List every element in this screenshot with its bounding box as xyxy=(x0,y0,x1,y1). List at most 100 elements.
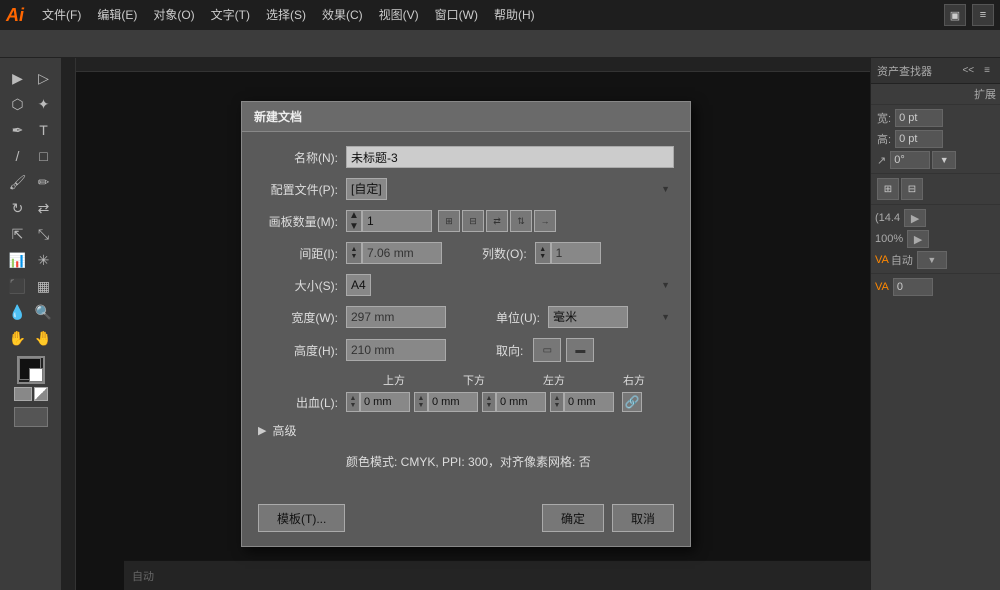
bleed-link-btn[interactable]: 🔗 xyxy=(622,392,642,412)
grid-icon-5[interactable]: → xyxy=(534,210,556,232)
tool-select[interactable]: ▶ xyxy=(6,66,30,90)
menu-select[interactable]: 选择(S) xyxy=(258,0,314,30)
menu-edit[interactable]: 编辑(E) xyxy=(89,0,145,30)
cancel-button[interactable]: 取消 xyxy=(612,504,674,532)
grid-icon-4[interactable]: ⇅ xyxy=(510,210,532,232)
grid-icon-1[interactable]: ⊞ xyxy=(438,210,460,232)
tool-direct-select[interactable]: ▷ xyxy=(32,66,56,90)
bleed-right-spin[interactable]: ▲▼ xyxy=(550,392,564,412)
tool-magic[interactable]: ✦ xyxy=(32,92,56,116)
bleed-left-input[interactable] xyxy=(496,392,546,412)
menu-text[interactable]: 文字(T) xyxy=(203,0,258,30)
tool-warp[interactable]: ⤡ xyxy=(32,222,56,246)
menu-view[interactable]: 视图(V) xyxy=(371,0,427,30)
orientation-portrait[interactable]: ▭ xyxy=(533,338,561,362)
va-icon: VA xyxy=(875,254,889,266)
panel-val-btn1[interactable]: ▶ xyxy=(904,209,926,227)
columns-spingroup: ▲▼ xyxy=(535,242,615,264)
tool-group-graph: 📊 ✳ xyxy=(6,248,56,272)
tool-pen[interactable]: ✒ xyxy=(6,118,30,142)
spacing-spin[interactable]: ▲▼ xyxy=(346,242,362,264)
tool-eyedropper[interactable]: 💧 xyxy=(6,300,30,324)
panel-val-row1: (14.4 ▶ xyxy=(875,209,996,227)
tool-line[interactable]: / xyxy=(6,144,30,168)
orientation-landscape[interactable]: ▬ xyxy=(566,338,594,362)
bleed-bottom-input[interactable] xyxy=(428,392,478,412)
artboards-row: 画板数量(M): ▲▼ ⊞ ⊟ ⇄ ⇅ → xyxy=(258,210,674,232)
fill-stroke-indicator[interactable] xyxy=(17,356,45,384)
menu-help[interactable]: 帮助(H) xyxy=(486,0,543,30)
menubar: Ai 文件(F) 编辑(E) 对象(O) 文字(T) 选择(S) 效果(C) 视… xyxy=(0,0,1000,30)
menu-window[interactable]: 窗口(W) xyxy=(427,0,486,30)
angle-input[interactable] xyxy=(890,151,930,169)
width-prop-input[interactable] xyxy=(895,109,943,127)
height-prop-input[interactable] xyxy=(895,130,943,148)
tool-graph[interactable]: 📊 xyxy=(6,248,30,272)
name-label: 名称(N): xyxy=(258,149,338,166)
bleed-top-spin[interactable]: ▲▼ xyxy=(346,392,360,412)
grid-icon-2[interactable]: ⊟ xyxy=(462,210,484,232)
va-input[interactable] xyxy=(893,278,933,296)
tool-rotate[interactable]: ↻ xyxy=(6,196,30,220)
tool-text[interactable]: T xyxy=(32,118,56,142)
tool-pencil[interactable]: ✏ xyxy=(32,170,56,194)
tool-lasso[interactable]: ⬡ xyxy=(6,92,30,116)
panel-icon-2[interactable]: ⊟ xyxy=(901,178,923,200)
expand-label[interactable]: 扩展 xyxy=(974,86,996,102)
tool-scale[interactable]: ⇱ xyxy=(6,222,30,246)
columns-spin[interactable]: ▲▼ xyxy=(535,242,551,264)
menu-effect[interactable]: 效果(C) xyxy=(314,0,371,30)
name-input[interactable] xyxy=(346,146,674,168)
bleed-bottom-spin[interactable]: ▲▼ xyxy=(414,392,428,412)
template-button[interactable]: 模板(T)... xyxy=(258,504,345,532)
screen-mode-btn[interactable] xyxy=(14,407,48,427)
tool-col1[interactable]: ⬛ xyxy=(6,274,30,298)
height-prop-label: 高: xyxy=(877,131,891,147)
menu-object[interactable]: 对象(O) xyxy=(145,0,202,30)
panel-collapse-btn[interactable]: << xyxy=(958,63,978,78)
size-select[interactable]: A4 xyxy=(346,274,371,296)
unit-select[interactable]: 毫米 xyxy=(548,306,628,328)
main-area: ▶ ▷ ⬡ ✦ ✒ T / □ 🖌 ✏ ↻ ⇄ ⇱ ⤡ 📊 ✳ xyxy=(0,58,1000,590)
width-input[interactable] xyxy=(346,306,446,328)
advanced-row[interactable]: ▶ 高级 xyxy=(258,422,674,439)
panel-menu-btn[interactable]: ≡ xyxy=(980,63,994,78)
ok-button[interactable]: 确定 xyxy=(542,504,604,532)
bleed-right-label: 右方 xyxy=(594,372,674,388)
tool-symbol[interactable]: ✳ xyxy=(32,248,56,272)
columns-input[interactable] xyxy=(551,242,601,264)
dialog-overlay: 新建文档 名称(N): 配置文件(P): [自定] xyxy=(62,58,870,590)
profile-select[interactable]: [自定] xyxy=(346,178,387,200)
bleed-top-input[interactable] xyxy=(360,392,410,412)
tool-hand2[interactable]: 🤚 xyxy=(32,326,56,350)
auto-label: 自动 xyxy=(891,252,913,268)
artboards-spin-up[interactable]: ▲▼ xyxy=(346,210,362,232)
auto-btn[interactable]: ▼ xyxy=(917,251,947,269)
panel-icon-1[interactable]: ⊞ xyxy=(877,178,899,200)
spacing-input[interactable] xyxy=(362,242,442,264)
tool-col2[interactable]: ▦ xyxy=(32,274,56,298)
tool-rect[interactable]: □ xyxy=(32,144,56,168)
bleed-left-spin[interactable]: ▲▼ xyxy=(482,392,496,412)
fill-none-btn[interactable] xyxy=(14,387,32,401)
panel-val-btn2[interactable]: ▶ xyxy=(907,230,929,248)
app-icon-btn2[interactable]: ≡ xyxy=(972,4,994,26)
tool-hand[interactable]: ✋ xyxy=(6,326,30,350)
angle-select[interactable]: ▼ xyxy=(932,151,956,169)
bleed-left-group: ▲▼ xyxy=(482,392,546,412)
artboards-input[interactable] xyxy=(362,210,432,232)
height-label: 高度(H): xyxy=(258,342,338,359)
tool-mirror[interactable]: ⇄ xyxy=(32,196,56,220)
bleed-right-input[interactable] xyxy=(564,392,614,412)
height-input[interactable] xyxy=(346,339,446,361)
profile-select-wrapper: [自定] xyxy=(346,178,674,200)
gradient-btn[interactable] xyxy=(34,387,48,401)
grid-icon-3[interactable]: ⇄ xyxy=(486,210,508,232)
artboards-label: 画板数量(M): xyxy=(258,213,338,230)
spacing-spingroup: ▲▼ xyxy=(346,242,466,264)
menu-file[interactable]: 文件(F) xyxy=(34,0,89,30)
tool-brush[interactable]: 🖌 xyxy=(6,170,30,194)
bleed-inputs-row: 出血(L): ▲▼ ▲▼ xyxy=(258,392,674,412)
tool-zoom[interactable]: 🔍 xyxy=(32,300,56,324)
app-icon-btn1[interactable]: ▣ xyxy=(944,4,966,26)
